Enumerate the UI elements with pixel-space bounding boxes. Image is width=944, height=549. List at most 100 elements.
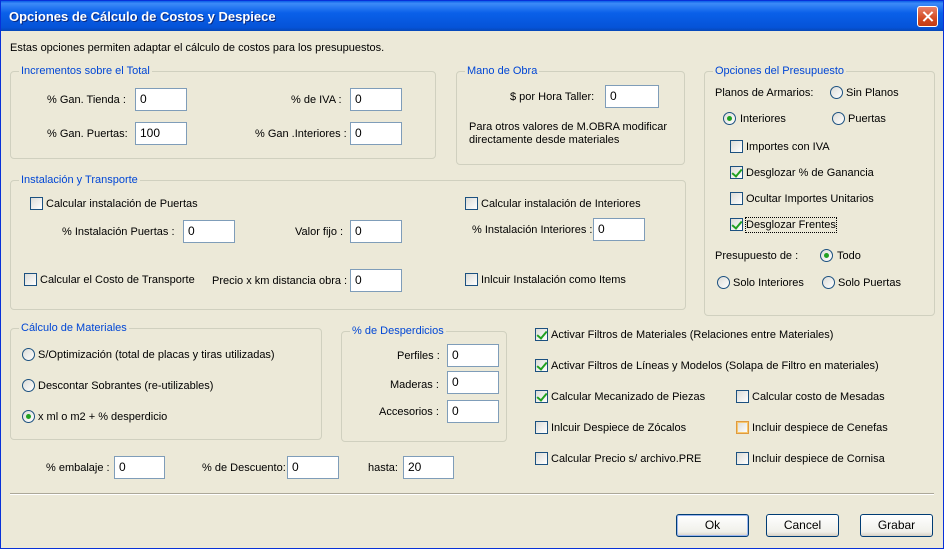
iva-label: % de IVA : [291,94,342,106]
group-incrementos: Incrementos sobre el Total [10,65,436,159]
precio-pre-label[interactable]: Calcular Precio s/ archivo.PRE [551,452,701,466]
accesorios-label: Accesorios : [379,406,439,418]
mano-obra-note-2: directamente desde materiales [469,134,620,146]
desglozar-frentes-checkbox[interactable] [730,218,743,231]
descuento-label: % de Descuento: [202,462,286,474]
interiores-radio[interactable] [723,112,736,125]
zocalos-checkbox[interactable] [535,421,548,434]
planos-label: Planos de Armarios: [715,87,814,99]
puertas-label[interactable]: Puertas [848,112,886,126]
mecanizado-label[interactable]: Calcular Mecanizado de Piezas [551,390,705,404]
optimizacion-label[interactable]: S/Optimización (total de placas y tiras … [38,348,275,362]
precio-km-label: Precio x km distancia obra : [212,275,348,287]
gan-puertas-input[interactable]: 100 [135,122,187,145]
gan-tienda-input[interactable]: 0 [135,88,187,111]
desglozar-frentes-label[interactable]: Desglozar Frentes [745,217,837,233]
inst-puertas-input[interactable]: 0 [183,220,235,243]
hasta-label: hasta: [368,462,398,474]
group-opciones-title: Opciones del Presupuesto [713,65,847,78]
mesadas-checkbox[interactable] [736,390,749,403]
options-dialog: Opciones de Cálculo de Costos y Despiece… [0,0,944,549]
precio-pre-checkbox[interactable] [535,452,548,465]
calc-interiores-label[interactable]: Calcular instalación de Interiores [481,197,641,211]
group-instalacion-title: Instalación y Transporte [19,174,140,187]
filtros-lineas-checkbox[interactable] [535,359,548,372]
hora-taller-input[interactable]: 0 [605,85,659,108]
cenefas-label[interactable]: Incluir despiece de Cenefas [752,421,888,435]
solo-interiores-radio[interactable] [717,276,730,289]
importes-iva-checkbox[interactable] [730,140,743,153]
desperdicio-radio[interactable] [22,410,35,423]
gan-puertas-label: % Gan. Puertas: [47,128,128,140]
cornisa-checkbox[interactable] [736,452,749,465]
separator [10,493,934,495]
solo-interiores-label[interactable]: Solo Interiores [733,276,804,290]
descuento-input[interactable]: 0 [287,456,339,479]
sobrantes-label[interactable]: Descontar Sobrantes (re-utilizables) [38,379,213,393]
desperdicio-label[interactable]: x ml o m2 + % desperdicio [38,410,167,424]
sobrantes-radio[interactable] [22,379,35,392]
embalaje-input[interactable]: 0 [114,456,165,479]
ocultar-unitarios-label[interactable]: Ocultar Importes Unitarios [746,192,874,206]
importes-iva-label[interactable]: Importes con IVA [746,140,830,154]
cancel-button[interactable]: Cancel [766,514,839,537]
optimizacion-radio[interactable] [22,348,35,361]
cenefas-checkbox[interactable] [736,421,749,434]
close-icon[interactable] [917,6,938,27]
valor-fijo-input[interactable]: 0 [350,220,402,243]
sin-planos-radio[interactable] [830,86,843,99]
group-incrementos-title: Incrementos sobre el Total [19,65,152,78]
todo-label[interactable]: Todo [837,249,861,263]
ocultar-unitarios-checkbox[interactable] [730,192,743,205]
group-materiales-title: Cálculo de Materiales [19,322,129,335]
perfiles-input[interactable]: 0 [447,344,499,367]
calc-interiores-checkbox[interactable] [465,197,478,210]
inst-interiores-input[interactable]: 0 [593,218,645,241]
calc-transporte-label[interactable]: Calcular el Costo de Transporte [40,273,195,287]
interiores-label[interactable]: Interiores [740,112,786,126]
desglozar-ganancia-label[interactable]: Desglozar % de Ganancia [746,166,874,180]
zocalos-label[interactable]: Inlcuir Despiece de Zócalos [551,421,686,435]
group-mano-obra-title: Mano de Obra [465,65,540,78]
gan-interiores-input[interactable]: 0 [350,122,402,145]
hora-taller-label: $ por Hora Taller: [510,91,595,103]
save-button[interactable]: Grabar [860,514,933,537]
calc-transporte-checkbox[interactable] [24,273,37,286]
perfiles-label: Perfiles : [397,350,440,362]
gan-tienda-label: % Gan. Tienda : [47,94,126,106]
desglozar-ganancia-checkbox[interactable] [730,166,743,179]
solo-puertas-label[interactable]: Solo Puertas [838,276,901,290]
accesorios-input[interactable]: 0 [447,400,499,423]
intro-text: Estas opciones permiten adaptar el cálcu… [10,42,385,54]
ok-button[interactable]: Ok [676,514,749,537]
filtros-lineas-label[interactable]: Activar Filtros de Líneas y Modelos (Sol… [551,359,879,373]
gan-interiores-label: % Gan .Interiores : [255,128,347,140]
presupuesto-de-label: Presupuesto de : [715,250,799,262]
mecanizado-checkbox[interactable] [535,390,548,403]
calc-puertas-label[interactable]: Calcular instalación de Puertas [46,197,198,211]
hasta-input[interactable]: 20 [403,456,454,479]
mesadas-label[interactable]: Calcular costo de Mesadas [752,390,885,404]
valor-fijo-label: Valor fijo : [295,226,344,238]
inst-interiores-label: % Instalación Interiores : [472,224,593,236]
puertas-radio[interactable] [832,112,845,125]
incluir-items-label[interactable]: Inlcuir Instalación como Items [481,273,626,287]
incluir-items-checkbox[interactable] [465,273,478,286]
window-title: Opciones de Cálculo de Costos y Despiece [9,9,276,24]
group-desperdicios-title: % de Desperdicios [350,325,446,338]
cornisa-label[interactable]: Incluir despiece de Cornisa [752,452,885,466]
maderas-label: Maderas : [390,379,439,391]
title-bar[interactable]: Opciones de Cálculo de Costos y Despiece [1,1,943,31]
precio-km-input[interactable]: 0 [350,269,402,292]
mano-obra-note-1: Para otros valores de M.OBRA modificar [469,121,668,133]
calc-puertas-checkbox[interactable] [30,197,43,210]
maderas-input[interactable]: 0 [447,371,499,394]
inst-puertas-label: % Instalación Puertas : [62,226,175,238]
todo-radio[interactable] [820,249,833,262]
sin-planos-label[interactable]: Sin Planos [846,86,899,100]
embalaje-label: % embalaje : [46,462,110,474]
filtros-materiales-checkbox[interactable] [535,328,548,341]
solo-puertas-radio[interactable] [822,276,835,289]
iva-input[interactable]: 0 [350,88,402,111]
filtros-materiales-label[interactable]: Activar Filtros de Materiales (Relacione… [551,328,833,342]
